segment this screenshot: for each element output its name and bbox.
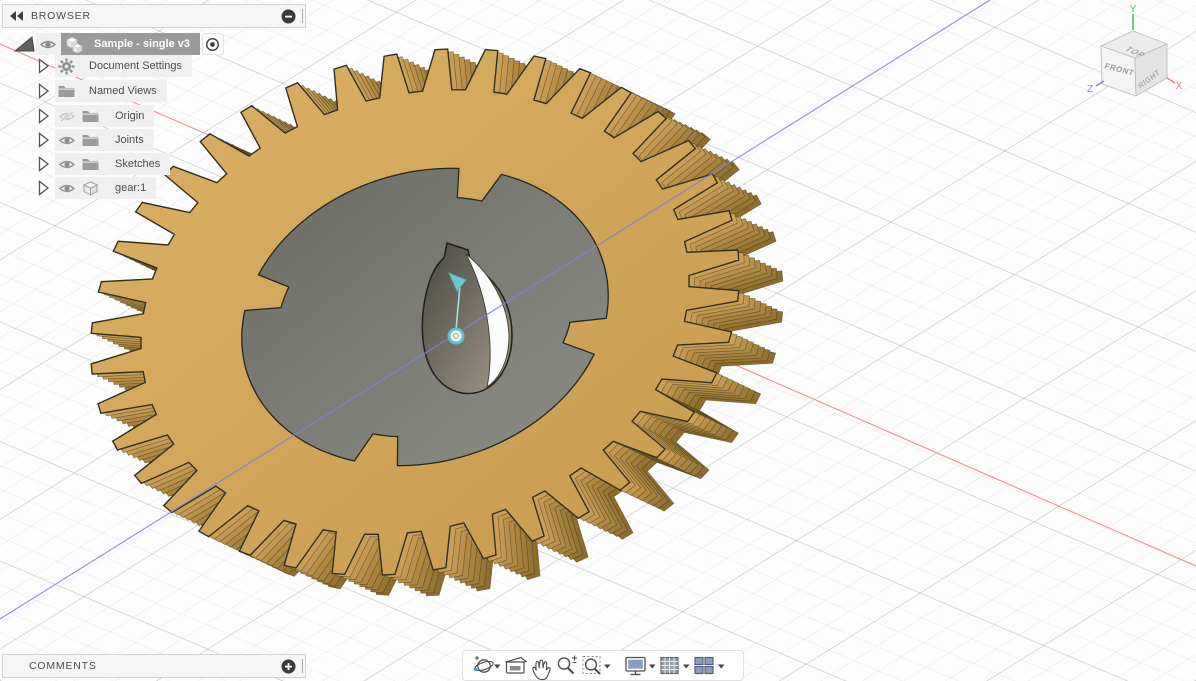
navigation-toolbar (462, 650, 744, 681)
viewcube[interactable]: TOP FRONT RIGHT Y Z X (1087, 4, 1183, 97)
folder-icon (82, 159, 99, 170)
orbit-tool-button[interactable] (473, 656, 494, 673)
comments-panel-header[interactable]: COMMENTS (2, 654, 306, 678)
visibility-eye-icon[interactable] (58, 134, 76, 147)
orbit-dropdown-caret[interactable] (494, 664, 501, 669)
selected-component-row[interactable]: Sample - single v3 (61, 33, 200, 55)
visibility-eye-icon[interactable] (58, 158, 76, 171)
fit-dropdown-caret[interactable] (604, 664, 611, 669)
zoom-tool-button[interactable] (557, 655, 577, 675)
fit-tool-button[interactable] (582, 656, 601, 675)
grid-dropdown-caret[interactable] (683, 664, 690, 669)
collapse-panel-icon[interactable] (10, 11, 24, 21)
browser-panel-header[interactable]: BROWSER (2, 4, 306, 28)
expand-arrow-icon[interactable] (38, 132, 50, 153)
folder-icon (58, 86, 75, 97)
add-comment-icon[interactable] (281, 659, 296, 674)
viewport-scene: TOP FRONT RIGHT Y Z X (0, 0, 1196, 620)
visibility-hidden-eye-icon[interactable] (58, 110, 76, 123)
y-axis-label[interactable]: Y (1130, 4, 1137, 15)
tree-item-sketches[interactable]: Sketches (0, 153, 171, 177)
folder-icon (82, 111, 99, 122)
tree-item-label: Joints (115, 134, 144, 146)
component-icon (66, 36, 83, 53)
display-settings-button[interactable] (625, 656, 646, 676)
application-window: TOP FRONT RIGHT Y Z X BROWSER Sample - s… (0, 0, 1196, 681)
tree-item-label: Document Settings (89, 60, 182, 72)
tree-item-gear-1[interactable]: gear:1 (0, 177, 157, 201)
tree-item-origin[interactable]: Origin (0, 105, 155, 129)
viewcube-x-axis (1166, 77, 1176, 84)
browser-title: BROWSER (31, 10, 91, 22)
expand-arrow-icon[interactable] (38, 83, 50, 104)
comments-title: COMMENTS (29, 660, 97, 672)
minimize-panel-icon[interactable] (281, 9, 296, 24)
display-dropdown-caret[interactable] (649, 664, 656, 669)
expand-arrow-icon[interactable] (38, 180, 50, 201)
panel-resize-handle[interactable] (302, 9, 303, 23)
grid-snaps-button[interactable] (660, 656, 679, 675)
tree-item-label: Named Views (89, 85, 157, 97)
gear-icon (58, 58, 75, 74)
folder-icon (82, 135, 99, 146)
tree-item-root[interactable]: Sample - single v3 (0, 33, 224, 55)
look-at-tool-button[interactable] (504, 656, 528, 674)
viewports-dropdown-caret[interactable] (718, 664, 725, 669)
x-axis-label[interactable]: X (1176, 81, 1183, 92)
z-axis-label[interactable]: Z (1087, 84, 1093, 95)
visibility-eye-icon[interactable] (36, 33, 61, 55)
visibility-eye-icon[interactable] (58, 182, 76, 195)
expanded-arrow-icon[interactable] (13, 36, 35, 57)
expand-arrow-icon[interactable] (38, 156, 50, 177)
root-component-label: Sample - single v3 (94, 38, 190, 50)
expand-arrow-icon[interactable] (38, 58, 50, 79)
tree-item-named-views[interactable]: Named Views (0, 80, 167, 102)
tree-item-document-settings[interactable]: Document Settings (0, 55, 192, 77)
tree-item-label: Origin (115, 110, 145, 122)
tree-item-joints[interactable]: Joints (0, 129, 154, 151)
tree-item-label: gear:1 (115, 182, 147, 194)
expand-arrow-icon[interactable] (38, 108, 50, 129)
body-cube-icon (82, 181, 99, 196)
activate-component-radio[interactable] (201, 33, 224, 55)
panel-resize-handle[interactable] (302, 659, 303, 673)
pan-tool-button[interactable] (532, 659, 551, 681)
tree-item-label: Sketches (115, 158, 161, 170)
viewports-button[interactable] (694, 656, 714, 675)
